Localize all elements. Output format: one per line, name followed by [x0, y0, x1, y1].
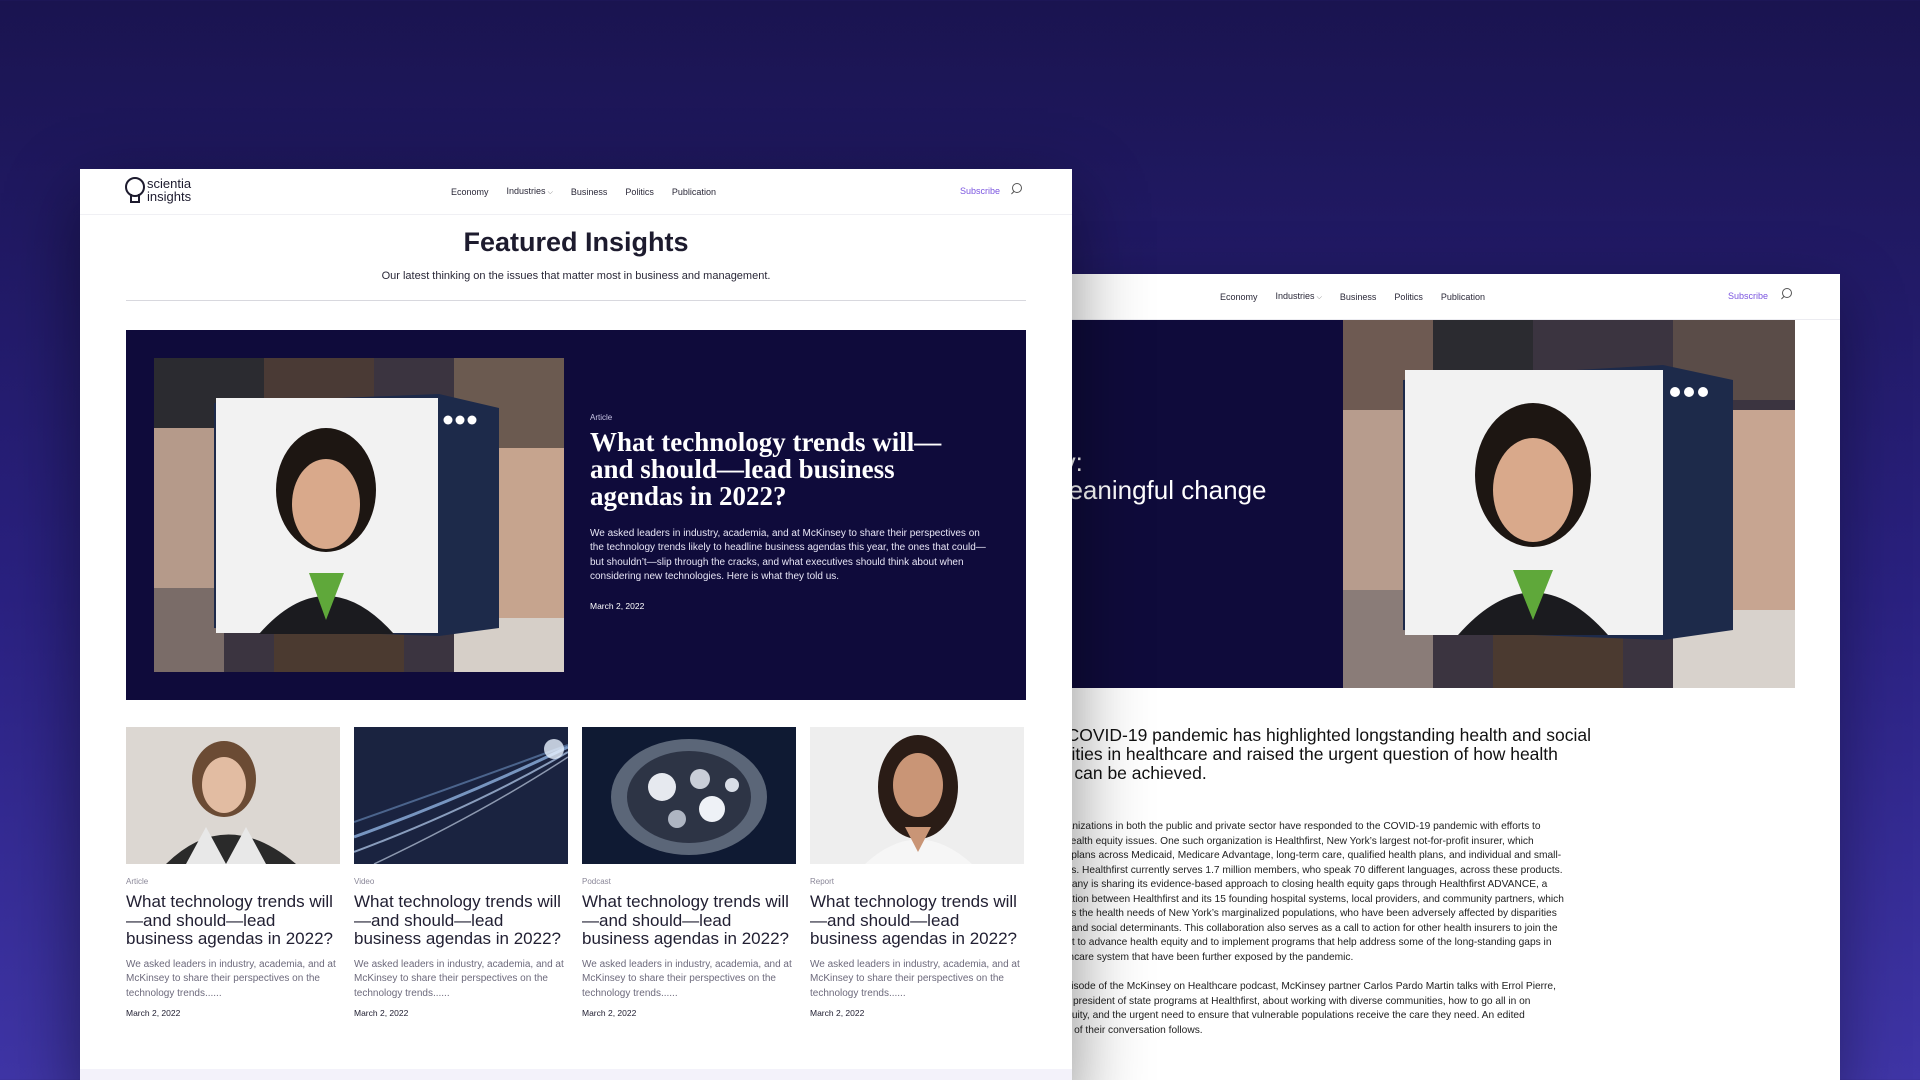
content-type-label: Podcast: [582, 877, 611, 886]
nav-links: Economy Industries ⌵ Business Politics Pu…: [1220, 291, 1485, 302]
nav-item-politics[interactable]: Politics: [625, 187, 654, 197]
featured-article[interactable]: Article What technology trends will—and …: [126, 330, 1026, 700]
featured-image: [154, 358, 564, 672]
paragraph-line: pions the health needs of New York’s mar…: [1060, 908, 1557, 919]
paragraph-line: boration between Healthfirst and its 15 …: [1060, 893, 1564, 905]
content-type-label: Report: [810, 877, 835, 886]
card-excerpt: We asked leaders in industry, academia, …: [582, 958, 792, 999]
subscribe-link[interactable]: Subscribe: [1728, 291, 1768, 301]
site-logo[interactable]: scientia insights: [125, 177, 191, 203]
paragraph-line: s episode of the McKinsey on Healthcare …: [1060, 981, 1556, 992]
chevron-down-icon: ⌵: [547, 189, 553, 196]
subscribe-link[interactable]: Subscribe: [960, 186, 1000, 196]
insight-cards: Article What technology trends will—and …: [126, 727, 1026, 1018]
nav-item-business[interactable]: Business: [1340, 292, 1377, 302]
card-image-spheres: [582, 727, 796, 864]
hero-title-line: ry:: [1060, 448, 1267, 476]
page-subtitle: Our latest thinking on the issues that m…: [381, 270, 771, 282]
logo-text: scientia insights: [147, 177, 191, 203]
card-excerpt: We asked leaders in industry, academia, …: [810, 958, 1020, 999]
nav-item-business[interactable]: Business: [571, 187, 608, 197]
paragraph-line: vice president of state programs at Heal…: [1060, 995, 1531, 1007]
article-heading: e COVID-19 pandemic has highlighted long…: [1060, 726, 1642, 783]
article-paragraph: organizations in both the public and pri…: [1060, 820, 1642, 965]
footer-band: [80, 1069, 1072, 1080]
paragraph-line: des plans across Medicaid, Medicare Adva…: [1060, 850, 1562, 861]
card-excerpt: We asked leaders in industry, academia, …: [354, 958, 564, 999]
insight-card[interactable]: Podcast What technology trends will—and …: [582, 727, 796, 1018]
card-image-woman-smiling: [810, 727, 1024, 864]
featured-title[interactable]: What technology trends will—and should—l…: [590, 429, 980, 510]
heading-line: e COVID-19 pandemic has highlighted long…: [1060, 725, 1591, 745]
card-date: March 2, 2022: [810, 1008, 865, 1018]
article-body: organizations in both the public and pri…: [1060, 820, 1642, 1053]
nav-item-label: Industries: [1275, 291, 1315, 301]
paragraph-line: ss health equity issues. One such organi…: [1060, 835, 1534, 847]
nav-item-industries[interactable]: Industries ⌵: [507, 186, 553, 197]
content-type-label: Article: [590, 413, 613, 422]
insight-card[interactable]: Report What technology trends will—and s…: [810, 727, 1024, 1018]
nav-item-label: Industries: [506, 186, 546, 196]
hero-title-line: neaningful change: [1060, 475, 1267, 505]
paragraph-line: organizations in both the public and pri…: [1060, 821, 1541, 832]
nav-item-publication[interactable]: Publication: [1441, 292, 1485, 302]
card-excerpt: We asked leaders in industry, academia, …: [126, 958, 336, 999]
card-date: March 2, 2022: [582, 1008, 637, 1018]
heading-line: quities in healthcare and raised the urg…: [1060, 744, 1558, 764]
paragraph-line: plans. Healthfirst currently serves 1.7 …: [1060, 864, 1563, 876]
content-type-label: Article: [126, 877, 149, 886]
article-page-window: Economy Industries ⌵ Business Politics Pu…: [1060, 274, 1840, 1080]
card-title[interactable]: What technology trends will—and should—l…: [582, 892, 796, 949]
nav-item-publication[interactable]: Publication: [672, 187, 716, 197]
paragraph-line: cript of their conversation follows.: [1060, 1024, 1203, 1036]
card-date: March 2, 2022: [354, 1008, 409, 1018]
card-image-woman-portrait: [126, 727, 340, 864]
featured-date: March 2, 2022: [590, 601, 645, 611]
insight-card[interactable]: Video What technology trends will—and sh…: [354, 727, 568, 1018]
paragraph-line: n equity, and the urgent need to ensure …: [1060, 1010, 1525, 1021]
top-navigation: Economy Industries ⌵ Business Politics Pu…: [1060, 274, 1840, 320]
paragraph-line: ment to advance health equity and to imp…: [1060, 937, 1552, 948]
hero-image: [1343, 320, 1795, 688]
card-title[interactable]: What technology trends will—and should—l…: [354, 892, 568, 949]
nav-item-economy[interactable]: Economy: [1220, 292, 1258, 302]
card-title[interactable]: What technology trends will—and should—l…: [126, 892, 340, 949]
top-navigation: scientia insights Economy Industries ⌵ Bu…: [80, 169, 1072, 215]
divider: [126, 300, 1026, 301]
nav-item-politics[interactable]: Politics: [1394, 292, 1423, 302]
page-title: Featured Insights: [463, 227, 689, 257]
paragraph-line: ealthcare system that have been further …: [1060, 951, 1354, 963]
chevron-down-icon: ⌵: [1316, 294, 1322, 301]
content-type-label: Video: [354, 877, 375, 886]
paragraph-line: ompany is sharing its evidence-based app…: [1060, 879, 1548, 890]
nav-item-economy[interactable]: Economy: [451, 187, 489, 197]
heading-line: ity can be achieved.: [1060, 763, 1207, 783]
card-image-light-streaks: [354, 727, 568, 864]
card-title[interactable]: What technology trends will—and should—l…: [810, 892, 1024, 949]
featured-excerpt: We asked leaders in industry, academia, …: [590, 528, 986, 582]
hero-title: ry: neaningful change: [1060, 448, 1267, 504]
search-icon[interactable]: [1780, 288, 1792, 300]
article-hero: ry: neaningful change: [1060, 320, 1795, 688]
insight-card[interactable]: Article What technology trends will—and …: [126, 727, 340, 1018]
article-paragraph: s episode of the McKinsey on Healthcare …: [1060, 980, 1642, 1038]
lightbulb-logo-icon: [125, 177, 145, 203]
nav-item-industries[interactable]: Industries ⌵: [1276, 291, 1322, 302]
nav-links: Economy Industries ⌵ Business Politics Pu…: [451, 186, 716, 197]
featured-insights-window: scientia insights Economy Industries ⌵ Bu…: [80, 169, 1072, 1080]
logo-line: insights: [147, 189, 192, 204]
search-icon[interactable]: [1010, 183, 1022, 195]
card-date: March 2, 2022: [126, 1008, 181, 1018]
paragraph-line: alth and social determinants. This colla…: [1060, 922, 1558, 934]
